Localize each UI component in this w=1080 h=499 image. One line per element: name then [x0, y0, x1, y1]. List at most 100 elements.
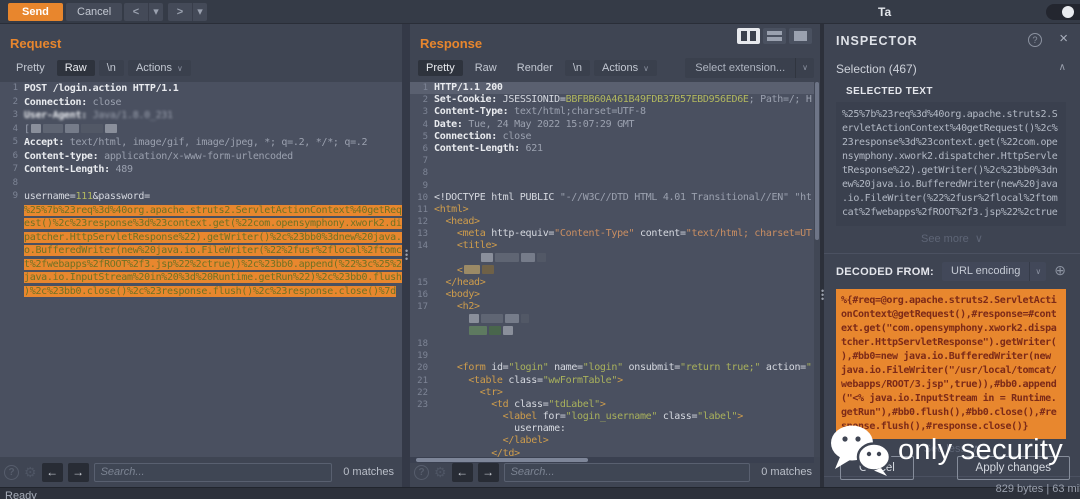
inspector-text-line: getRun"),#bb0.flush(),#bb0.close(),#re: [841, 407, 1057, 418]
layout-rows-button[interactable]: [763, 28, 786, 44]
code-line: 22 <tr>: [417, 386, 503, 398]
redacted-block: [469, 314, 480, 324]
code-line: 3 Content-Type: text/html;charset=UTF-8: [422, 106, 646, 118]
request-tab-pretty[interactable]: Pretty: [8, 60, 53, 76]
redacted-block: [481, 265, 494, 275]
request-editor[interactable]: 1 POST /login.action HTTP/1.1 2 Connection:…: [0, 82, 402, 457]
decoding-dropdown[interactable]: URL encoding ∨: [942, 262, 1047, 281]
top-toolbar: Send Cancel < ▾ > ▾ Ta: [0, 0, 1080, 24]
code-line: )%2c%23bb0.close()%2c%23response.flush()…: [24, 285, 396, 297]
redacted-block: [463, 265, 480, 275]
see-more-link[interactable]: See more ∨: [824, 232, 1080, 245]
request-searchbar: ? ⚙ ← → 0 matches: [0, 457, 402, 487]
code-line: patcher.HttpServletResponse%22).getWrite…: [0, 231, 402, 245]
search-prev-icon[interactable]: ←: [41, 462, 63, 482]
add-decoding-icon[interactable]: ⊕: [1054, 262, 1066, 279]
code-line: est()%2c%23response%3d%23context.get(%22…: [0, 217, 402, 231]
redacted-block: [80, 124, 103, 133]
code-line: 9 username=111&password=: [12, 191, 151, 202]
layout-switcher: [737, 28, 812, 44]
selected-text-box[interactable]: %25%7b%23req%3d%40org.apache.struts2.S er…: [836, 102, 1066, 226]
code-line: [410, 326, 814, 338]
code-line: 6 Content-Length: 621: [422, 142, 543, 154]
chevron-up-icon[interactable]: ∧: [1059, 62, 1066, 73]
inspector-text-line: tResponse%22).getWriter()%2c%23bb0%3dn: [842, 165, 1058, 176]
code-line: 1 POST /login.action HTTP/1.1: [12, 83, 179, 94]
back-icon[interactable]: <: [124, 3, 148, 21]
response-inspector-splitter[interactable]: • • •: [820, 24, 824, 487]
help-icon[interactable]: ?: [4, 464, 19, 480]
decoded-from-row: DECODED FROM: URL encoding ∨: [836, 262, 1047, 281]
inspector-title: INSPECTOR: [836, 34, 918, 48]
code-line: 12 <head>: [417, 216, 480, 228]
close-icon[interactable]: ×: [1059, 30, 1068, 47]
help-icon[interactable]: ?: [414, 464, 429, 480]
request-response-splitter[interactable]: • • •: [402, 24, 410, 487]
layout-single-button[interactable]: [789, 28, 812, 44]
help-icon[interactable]: ?: [1028, 33, 1042, 47]
decoded-text-box[interactable]: %{#req=@org.apache.struts2.ServletActi on…: [836, 289, 1066, 439]
request-tab-raw[interactable]: Raw: [56, 60, 95, 76]
watermark-text: only security: [898, 433, 1064, 466]
layout-columns-button[interactable]: [737, 28, 760, 44]
inspector-text-line: .io.FileWriter(%22%2fusr%2flocal%2ftom: [842, 193, 1058, 204]
forward-icon[interactable]: >: [168, 3, 192, 21]
request-tabbar: Pretty Raw \n Actions ∨: [8, 58, 191, 78]
code-line: java.io.InputStream%20in%20%3d%20Runtime…: [0, 271, 402, 285]
decoded-from-label: DECODED FROM:: [836, 265, 935, 278]
gear-icon[interactable]: ⚙: [24, 464, 37, 480]
redacted-block: [494, 253, 519, 263]
response-tab-pretty[interactable]: Pretty: [418, 60, 463, 76]
response-search-input[interactable]: [503, 462, 751, 482]
response-tabbar: Pretty Raw Render \n Actions ∨: [418, 58, 657, 78]
code-line: 3 User-Agent: Java/1.8.0_231: [12, 110, 173, 121]
inspector-text-line: webapps/ROOT/3.jsp",true)),#bb0.append: [841, 379, 1057, 390]
burp-repeater-window: { "toolbar": { "send": "Send", "cancel":…: [0, 0, 1080, 499]
request-search-input[interactable]: [93, 462, 333, 482]
response-tab-newline[interactable]: \n: [564, 60, 591, 76]
select-extension-dropdown[interactable]: Select extension... ∨: [685, 58, 814, 78]
code-line: o.BufferedWriter(new%20java.io.FileWrite…: [0, 244, 402, 258]
redacted-block: [536, 253, 546, 263]
request-actions-menu[interactable]: Actions ∨: [127, 60, 191, 76]
code-line: 20 <form id="login" name="login" onsubmi…: [417, 362, 814, 374]
redacted-block: [480, 253, 493, 263]
inspector-text-line: %{#req=@org.apache.struts2.ServletActi: [841, 295, 1057, 306]
selected-text-label: SELECTED TEXT: [846, 86, 933, 97]
code-line: 4[: [0, 123, 402, 137]
inspector-text-line: onContext@getRequest(),#response=#cont: [841, 309, 1057, 320]
target-label: Ta: [878, 5, 892, 19]
forward-dropdown-icon[interactable]: ▾: [192, 3, 207, 21]
redacted-block: [64, 124, 79, 133]
code-line: <label for="login_username" class="label…: [434, 411, 744, 423]
request-title: Request: [10, 36, 62, 51]
search-next-icon[interactable]: →: [67, 462, 89, 482]
search-next-icon[interactable]: →: [477, 462, 499, 482]
inspector-text-line: %25%7b%23req%3d%40org.apache.struts2.S: [842, 109, 1058, 120]
send-button[interactable]: Send: [8, 3, 63, 21]
response-editor[interactable]: 1 HTTP/1.1 200 2 Set-Cookie: JSESSIONID=BBF…: [410, 82, 814, 457]
code-line: 8: [422, 168, 428, 179]
back-dropdown-icon[interactable]: ▾: [148, 3, 163, 21]
redacted-block: [30, 124, 41, 133]
toggle-knob: [1062, 6, 1074, 18]
request-tab-newline[interactable]: \n: [98, 60, 124, 76]
redacted-block: [505, 314, 520, 324]
inspector-toggle[interactable]: [1046, 4, 1080, 20]
response-actions-menu[interactable]: Actions ∨: [594, 60, 657, 76]
response-tab-raw[interactable]: Raw: [467, 60, 505, 76]
response-tab-render[interactable]: Render: [509, 60, 561, 76]
code-line: 21 <table class="wwFormTable">: [417, 374, 623, 386]
search-prev-icon[interactable]: ←: [451, 462, 473, 482]
inspector-text-line: ervletActionContext%40getRequest()%2c%: [842, 123, 1058, 134]
code-line: 23 <td class="tdLabel">: [417, 398, 606, 410]
selection-section-header[interactable]: Selection (467): [836, 62, 917, 76]
code-line: 2 Connection: close: [12, 96, 122, 108]
code-line: username:: [434, 423, 566, 435]
history-back-group: < ▾: [124, 3, 163, 21]
inspector-text-line: cat%2fwebapps%2fROOT%2f3.jsp%22%2ctrue: [842, 207, 1058, 218]
gear-icon[interactable]: ⚙: [434, 464, 447, 480]
chevron-down-icon: ∨: [177, 64, 183, 73]
cancel-button[interactable]: Cancel: [66, 3, 123, 21]
code-line: 16 <body>: [417, 289, 480, 301]
